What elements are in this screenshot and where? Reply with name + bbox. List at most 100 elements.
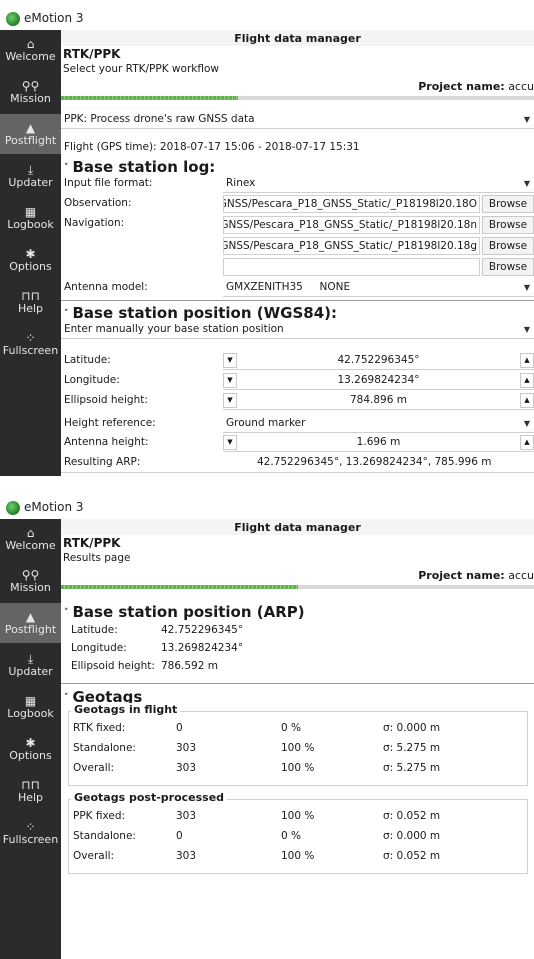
navigation-file-field-2[interactable]: GNSS/Pescara_P18_GNSS_Static/_P18198l20.… — [223, 237, 480, 255]
download-icon: ⤓ — [27, 652, 34, 666]
base-log-section-title[interactable]: ˅ Base station log: — [64, 158, 215, 176]
sidebar-item-label: Logbook — [7, 218, 54, 231]
sidebar-item-updater[interactable]: ⤓ Updater — [0, 156, 61, 196]
section-title-text: Base station log: — [72, 158, 216, 176]
sidebar-item-label: Welcome — [5, 50, 56, 63]
increment-icon[interactable]: ▲ — [520, 435, 534, 450]
sidebar-item-label: Welcome — [5, 539, 56, 552]
longitude-spinbox[interactable]: ▼ 13.269824234° ▲ — [223, 372, 534, 390]
sidebar-item-label: Postflight — [4, 134, 57, 147]
antenna-model-select[interactable]: GMXZENITH35 NONE ▼ — [223, 279, 534, 297]
sidebar-item-logbook[interactable]: ▦ Logbook — [0, 687, 61, 727]
observation-file-field[interactable]: GNSS/Pescara_P18_GNSS_Static/_P18198l20.… — [223, 195, 480, 213]
sidebar-item-label: Logbook — [7, 707, 54, 720]
post-row-label: Standalone: — [73, 830, 136, 842]
section-title-text: Base station position (WGS84): — [72, 304, 338, 322]
resulting-arp-label: Resulting ARP: — [64, 456, 141, 468]
sidebar-item-logbook[interactable]: ▦ Logbook — [0, 198, 61, 238]
calendar-icon: ▦ — [24, 205, 37, 219]
input-format-value: Rinex — [226, 177, 256, 189]
in-flight-row-count: 303 — [176, 762, 197, 774]
workflow-progress-bar — [61, 96, 534, 100]
chevron-down-icon: ▼ — [523, 419, 530, 428]
base-arp-section-title[interactable]: ˅ Base station position (ARP) — [64, 603, 305, 621]
section-title-text: Base station position (ARP) — [72, 603, 305, 621]
longitude-value: 13.269824234° — [337, 374, 420, 386]
sidebar-item-fullscreen[interactable]: ⁘ Fullscreen — [0, 813, 61, 853]
decrement-icon[interactable]: ▼ — [223, 373, 237, 388]
workflow-progress-bar — [61, 585, 534, 589]
sidebar-item-options[interactable]: ✱ Options — [0, 729, 61, 769]
in-flight-row-sigma: σ: 5.275 m — [383, 762, 441, 774]
increment-icon[interactable]: ▲ — [520, 353, 534, 368]
resulting-arp-value: 42.752296345°, 13.269824234°, 785.996 m — [257, 456, 492, 468]
arp-longitude-label: Longitude: — [71, 642, 127, 654]
fullscreen-icon: ⁘ — [25, 331, 36, 345]
navigation-browse-button-3[interactable]: Browse — [482, 258, 534, 276]
latitude-spinbox[interactable]: ▼ 42.752296345° ▲ — [223, 352, 534, 370]
window-workflow: eMotion 3 ⌂ Welcome ⚲⚲ Mission ▲ Postfli… — [0, 8, 534, 476]
waypoints-icon: ⚲⚲ — [21, 568, 40, 582]
arp-ellipsoid-label: Ellipsoid height: — [71, 660, 155, 672]
page-subtitle: Select your RTK/PPK workflow — [63, 63, 219, 75]
observation-browse-button[interactable]: Browse — [482, 195, 534, 213]
book-icon: ⊓⊓ — [21, 289, 40, 303]
flight-time: Flight (GPS time): 2018-07-17 15:06 - 20… — [64, 141, 360, 153]
base-position-section-title[interactable]: ˅ Base station position (WGS84): — [64, 304, 337, 322]
main-content: Flight data manager RTK/PPK Results page… — [61, 519, 534, 959]
navigation-file-value: GNSS/Pescara_P18_GNSS_Static/_P18198l20.… — [223, 240, 477, 252]
sidebar-item-postflight[interactable]: ▲ Postflight — [0, 603, 61, 643]
sidebar-item-options[interactable]: ✱ Options — [0, 240, 61, 280]
sidebar-item-updater[interactable]: ⤓ Updater — [0, 645, 61, 685]
sidebar-item-fullscreen[interactable]: ⁘ Fullscreen — [0, 324, 61, 364]
sidebar-item-welcome[interactable]: ⌂ Welcome — [0, 30, 61, 70]
calendar-icon: ▦ — [24, 694, 37, 708]
app-title: eMotion 3 — [24, 11, 84, 25]
sidebar-item-label: Postflight — [4, 623, 57, 636]
navigation-file-field[interactable]: GNSS/Pescara_P18_GNSS_Static/_P18198l20.… — [223, 216, 480, 234]
decrement-icon[interactable]: ▼ — [223, 435, 237, 450]
app-logo-icon — [6, 12, 20, 26]
input-format-select[interactable]: Rinex ▼ — [223, 175, 534, 193]
chevron-down-icon: ▼ — [523, 283, 530, 292]
navigation-browse-button[interactable]: Browse — [482, 216, 534, 234]
navigation-browse-button-2[interactable]: Browse — [482, 237, 534, 255]
antenna-height-spinbox[interactable]: ▼ 1.696 m ▲ — [223, 434, 534, 452]
project-name-value: accu — [508, 569, 534, 582]
page-title: RTK/PPK — [63, 47, 121, 61]
post-row-sigma: σ: 0.000 m — [383, 830, 441, 842]
input-format-label: Input file format: — [64, 177, 153, 189]
sidebar-item-label: Updater — [8, 665, 53, 678]
workflow-select[interactable]: PPK: Process drone's raw GNSS data ▼ — [61, 111, 534, 129]
sidebar-item-label: Help — [17, 791, 44, 804]
sidebar-item-postflight[interactable]: ▲ Postflight — [0, 114, 61, 154]
collapse-icon: ˅ — [64, 607, 69, 618]
antenna-height-label: Antenna height: — [64, 436, 149, 448]
navigation-file-field-3[interactable] — [223, 258, 480, 276]
sidebar-item-help[interactable]: ⊓⊓ Help — [0, 282, 61, 322]
decrement-icon[interactable]: ▼ — [223, 393, 237, 408]
postflight-icon: ▲ — [25, 121, 36, 135]
antenna-height-value: 1.696 m — [356, 436, 401, 448]
progress-fill — [61, 585, 298, 589]
in-flight-row-percent: 100 % — [281, 762, 315, 774]
sidebar-item-label: Options — [9, 260, 52, 273]
observation-file-value: GNSS/Pescara_P18_GNSS_Static/_P18198l20.… — [223, 198, 477, 210]
height-reference-select[interactable]: Ground marker ▼ — [223, 415, 534, 433]
sidebar-item-label: Mission — [10, 581, 51, 594]
increment-icon[interactable]: ▲ — [520, 373, 534, 388]
decrement-icon[interactable]: ▼ — [223, 353, 237, 368]
sidebar-item-welcome[interactable]: ⌂ Welcome — [0, 519, 61, 559]
ellipsoid-height-label: Ellipsoid height: — [64, 394, 148, 406]
post-row-label: PPK fixed: — [73, 810, 126, 822]
base-position-mode-select[interactable]: Enter manually your base station positio… — [61, 321, 534, 339]
progress-fill — [61, 96, 239, 100]
increment-icon[interactable]: ▲ — [520, 393, 534, 408]
sidebar-item-mission[interactable]: ⚲⚲ Mission — [0, 72, 61, 112]
waypoints-icon: ⚲⚲ — [21, 79, 40, 93]
sidebar-item-label: Mission — [10, 92, 51, 105]
post-row-count: 0 — [176, 830, 183, 842]
ellipsoid-height-spinbox[interactable]: ▼ 784.896 m ▲ — [223, 392, 534, 410]
sidebar-item-help[interactable]: ⊓⊓ Help — [0, 771, 61, 811]
sidebar-item-mission[interactable]: ⚲⚲ Mission — [0, 561, 61, 601]
